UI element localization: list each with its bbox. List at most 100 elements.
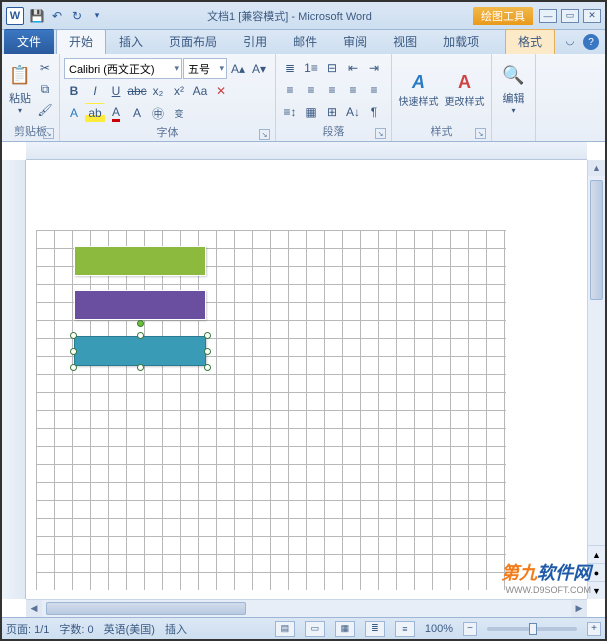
change-styles-button[interactable]: A 更改样式 [442,56,487,122]
underline-icon[interactable]: U [106,81,126,101]
styles-launcher-icon[interactable]: ↘ [475,128,486,139]
align-center-icon[interactable]: ≡ [301,80,321,100]
tab-page-layout[interactable]: 页面布局 [156,29,230,54]
prev-page-icon[interactable]: ▲ [588,545,605,563]
web-layout-view-icon[interactable]: ▦ [335,621,355,637]
paragraph-launcher-icon[interactable]: ↘ [375,128,386,139]
redo-icon[interactable]: ↻ [68,7,86,25]
editing-button[interactable]: 🔍 编辑 ▾ [496,56,531,122]
clipboard-launcher-icon[interactable]: ↘ [43,128,54,139]
tab-insert[interactable]: 插入 [106,29,156,54]
resize-handle[interactable] [70,332,77,339]
bullets-icon[interactable]: ≣ [280,58,300,78]
zoom-out-icon[interactable]: − [463,622,477,636]
phonetic-guide-icon[interactable]: 变 [169,103,189,123]
paste-button[interactable]: 📋 粘贴 ▾ [6,56,34,122]
zoom-in-icon[interactable]: + [587,622,601,636]
qat-customize-icon[interactable]: ▾ [88,7,106,25]
subscript-icon[interactable]: x₂ [148,81,168,101]
sort-icon[interactable]: A↓ [343,102,363,122]
scroll-thumb-v[interactable] [590,180,603,300]
font-name-combo[interactable]: Calibri (西文正文) [64,58,182,79]
zoom-slider[interactable] [487,627,577,631]
resize-handle[interactable] [70,348,77,355]
font-size-combo[interactable]: 五号 [183,58,227,79]
change-case-icon[interactable]: Aa [190,81,210,101]
horizontal-scrollbar[interactable]: ◀ ▶ [26,599,587,617]
help-icon[interactable]: ? [583,34,599,50]
grow-font-icon[interactable]: A▴ [228,59,248,79]
status-mode[interactable]: 插入 [165,621,187,637]
resize-handle[interactable] [204,348,211,355]
tab-home[interactable]: 开始 [56,29,106,54]
tab-review[interactable]: 审阅 [330,29,380,54]
distributed-icon[interactable]: ≡ [364,80,384,100]
format-painter-icon[interactable]: 🖌 [35,100,55,120]
justify-icon[interactable]: ≡ [343,80,363,100]
show-marks-icon[interactable]: ¶ [364,102,384,122]
status-language[interactable]: 英语(美国) [104,621,155,637]
superscript-icon[interactable]: x² [169,81,189,101]
strikethrough-icon[interactable]: abc [127,81,147,101]
resize-handle[interactable] [204,332,211,339]
browse-object-icon[interactable]: ● [588,563,605,581]
italic-icon[interactable]: I [85,81,105,101]
outline-view-icon[interactable]: ≣ [365,621,385,637]
close-button[interactable]: ✕ [583,9,601,23]
multilevel-icon[interactable]: ⊟ [322,58,342,78]
tab-format[interactable]: 格式 [505,29,555,54]
copy-icon[interactable]: ⧉ [35,79,55,99]
char-shading-icon[interactable]: A [127,103,147,123]
quick-styles-button[interactable]: A 快速样式 [396,56,441,122]
minimize-ribbon-icon[interactable]: ◡ [563,34,577,48]
font-launcher-icon[interactable]: ↘ [259,129,270,140]
font-color-icon[interactable]: A [106,103,126,123]
shape-rectangle-green[interactable] [74,246,206,276]
print-layout-view-icon[interactable]: ▤ [275,621,295,637]
resize-handle[interactable] [137,332,144,339]
clear-formatting-icon[interactable]: ✕ [211,81,231,101]
highlight-icon[interactable]: ab [85,103,105,123]
decrease-indent-icon[interactable]: ⇤ [343,58,363,78]
resize-handle[interactable] [137,364,144,371]
zoom-thumb[interactable] [529,623,537,635]
fullscreen-reading-view-icon[interactable]: ▭ [305,621,325,637]
vertical-scrollbar[interactable]: ▲ ▼ [587,160,605,599]
enclose-char-icon[interactable]: ㊥ [148,103,168,123]
scroll-thumb-h[interactable] [46,602,246,615]
save-icon[interactable]: 💾 [28,7,46,25]
rotate-handle-icon[interactable] [137,320,144,327]
zoom-level[interactable]: 100% [425,623,453,635]
align-left-icon[interactable]: ≡ [280,80,300,100]
shrink-font-icon[interactable]: A▾ [249,59,269,79]
undo-icon[interactable]: ↶ [48,7,66,25]
resize-handle[interactable] [204,364,211,371]
increase-indent-icon[interactable]: ⇥ [364,58,384,78]
page-viewport[interactable] [26,160,587,599]
status-words[interactable]: 字数: 0 [59,621,93,637]
resize-handle[interactable] [70,364,77,371]
numbering-icon[interactable]: 1≡ [301,58,321,78]
horizontal-ruler[interactable] [26,142,587,160]
status-page[interactable]: 页面: 1/1 [6,621,49,637]
tab-file[interactable]: 文件 [4,29,54,54]
maximize-button[interactable]: ▭ [561,9,579,23]
line-spacing-icon[interactable]: ≡↕ [280,102,300,122]
scroll-right-icon[interactable]: ▶ [571,600,587,617]
tab-references[interactable]: 引用 [230,29,280,54]
align-right-icon[interactable]: ≡ [322,80,342,100]
text-effects-icon[interactable]: A [64,103,84,123]
tab-addins[interactable]: 加载项 [430,29,492,54]
next-page-icon[interactable]: ▼ [588,581,605,599]
bold-icon[interactable]: B [64,81,84,101]
scroll-up-icon[interactable]: ▲ [588,160,605,176]
draft-view-icon[interactable]: ≡ [395,621,415,637]
shape-rectangle-teal[interactable] [74,336,206,366]
vertical-ruler[interactable] [2,160,26,599]
cut-icon[interactable]: ✂ [35,58,55,78]
scroll-left-icon[interactable]: ◀ [26,600,42,617]
tab-view[interactable]: 视图 [380,29,430,54]
borders-icon[interactable]: ⊞ [322,102,342,122]
tab-mailings[interactable]: 邮件 [280,29,330,54]
shape-rectangle-purple[interactable] [74,290,206,320]
